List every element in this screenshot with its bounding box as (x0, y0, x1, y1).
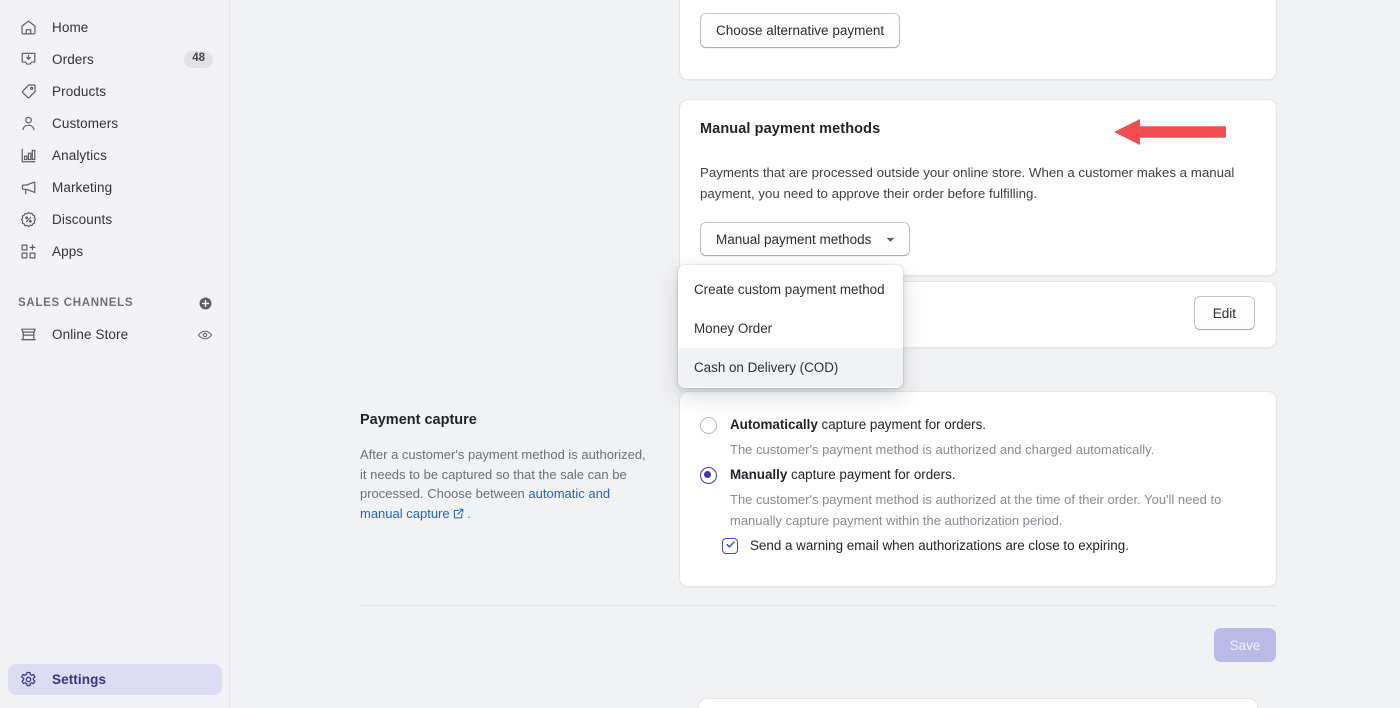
choose-alternative-payment-button[interactable]: Choose alternative payment (700, 13, 901, 48)
choose-alternative-payment-label: Choose alternative payment (716, 23, 885, 38)
capture-option-automatically[interactable]: Automatically capture payment for orders… (700, 416, 986, 434)
sidebar-item-label: Marketing (52, 180, 113, 195)
sidebar-item-label: Discounts (52, 212, 113, 227)
dropdown-item-label: Cash on Delivery (COD) (694, 360, 839, 375)
discounts-percent-icon (18, 210, 38, 230)
capture-option-manually-label: Manually capture payment for orders. (730, 466, 956, 484)
dropdown-item-cash-on-delivery[interactable]: Cash on Delivery (COD) (678, 348, 903, 387)
dropdown-item-money-order[interactable]: Money Order (678, 309, 903, 348)
dropdown-item-label: Money Order (694, 321, 773, 336)
option-rest-text: capture payment for orders. (787, 467, 956, 482)
marketing-megaphone-icon (18, 178, 38, 198)
section-divider (360, 605, 1277, 606)
check-icon (725, 537, 736, 555)
edit-button-label: Edit (1212, 305, 1236, 321)
sidebar: Home Orders 48 Products Customers Analyt… (0, 0, 230, 708)
payment-capture-description: After a customer's payment method is aut… (360, 445, 655, 524)
orders-count-badge: 48 (184, 51, 213, 68)
manual-payment-methods-dropdown-button[interactable]: Manual payment methods (700, 222, 911, 256)
sidebar-item-home[interactable]: Home (8, 12, 221, 43)
manual-payment-methods-card: Manual payment methods Payments that are… (679, 99, 1277, 276)
sidebar-item-label: Online Store (52, 327, 129, 342)
sidebar-item-discounts[interactable]: Discounts (8, 204, 221, 235)
home-icon (18, 18, 38, 38)
sidebar-item-online-store[interactable]: Online Store (8, 319, 221, 350)
capture-option-automatically-sub: The customer's payment method is authori… (730, 442, 1155, 457)
storefront-icon (18, 325, 38, 345)
capture-option-automatically-label: Automatically capture payment for orders… (730, 416, 986, 434)
radio-automatically[interactable] (700, 417, 717, 434)
sidebar-item-orders[interactable]: Orders 48 (8, 44, 221, 75)
warning-email-checkbox-row[interactable]: Send a warning email when authorizations… (722, 537, 1129, 555)
payment-capture-options-card: Automatically capture payment for orders… (679, 391, 1277, 587)
option-strong-text: Automatically (730, 417, 818, 432)
warning-email-checkbox[interactable] (722, 538, 738, 554)
option-rest-text: capture payment for orders. (817, 417, 987, 432)
sidebar-item-label: Home (52, 20, 89, 35)
edit-button[interactable]: Edit (1193, 296, 1255, 330)
gear-icon (18, 670, 38, 690)
capture-option-manually-sub: The customer's payment method is authori… (730, 492, 1222, 528)
app-root: Home Orders 48 Products Customers Analyt… (0, 0, 1400, 708)
option-strong-text: Manually (730, 467, 788, 482)
sidebar-item-label: Analytics (52, 148, 107, 163)
save-button-label: Save (1229, 637, 1261, 653)
eye-icon[interactable] (197, 327, 213, 343)
sidebar-item-customers[interactable]: Customers (8, 108, 221, 139)
sidebar-item-label: Products (52, 84, 107, 99)
capture-option-manually[interactable]: Manually capture payment for orders. (700, 466, 956, 484)
dropdown-item-create-custom-payment-method[interactable]: Create custom payment method (678, 270, 903, 309)
next-section-card-partial (698, 698, 1258, 708)
radio-manually[interactable] (700, 467, 717, 484)
chevron-down-icon (885, 234, 896, 245)
shopify-payments-card: Shopify Payments Choose alternative paym… (679, 0, 1277, 80)
products-tag-icon (18, 82, 38, 102)
payment-capture-section-info: Payment capture After a customer's payme… (360, 412, 655, 524)
customers-person-icon (18, 114, 38, 134)
payment-capture-description-tail: . (463, 505, 471, 521)
orders-icon (18, 50, 38, 70)
main-content: Shopify Payments Choose alternative paym… (230, 0, 1400, 708)
warning-email-checkbox-label: Send a warning email when authorizations… (750, 538, 1129, 553)
manual-payment-methods-title: Manual payment methods (700, 121, 881, 137)
dropdown-item-label: Create custom payment method (694, 282, 885, 297)
manual-payment-methods-dropdown-label: Manual payment methods (716, 231, 872, 247)
analytics-bar-chart-icon (18, 146, 38, 166)
sidebar-item-label: Apps (52, 244, 84, 259)
sidebar-item-label: Settings (52, 672, 107, 687)
external-link-icon (453, 505, 464, 525)
sidebar-nav-list: Home Orders 48 Products Customers Analyt… (0, 0, 229, 350)
sidebar-item-label: Orders (52, 52, 94, 67)
save-button[interactable]: Save (1214, 628, 1276, 662)
sales-channels-header: SALES CHANNELS (8, 289, 221, 317)
sidebar-item-apps[interactable]: Apps (8, 236, 221, 267)
apps-grid-plus-icon (18, 242, 38, 262)
manual-payment-methods-description: Payments that are processed outside your… (700, 165, 1235, 201)
manual-payment-methods-dropdown-menu[interactable]: Create custom payment method Money Order… (678, 265, 903, 388)
sidebar-item-products[interactable]: Products (8, 76, 221, 107)
sidebar-settings-wrapper: Settings (0, 664, 230, 696)
plus-circle-icon[interactable] (198, 296, 213, 311)
sidebar-item-marketing[interactable]: Marketing (8, 172, 221, 203)
sidebar-item-analytics[interactable]: Analytics (8, 140, 221, 171)
sidebar-item-settings[interactable]: Settings (8, 664, 222, 695)
sales-channels-title: SALES CHANNELS (18, 297, 134, 309)
sidebar-item-label: Customers (52, 116, 119, 131)
payment-capture-title: Payment capture (360, 412, 477, 428)
